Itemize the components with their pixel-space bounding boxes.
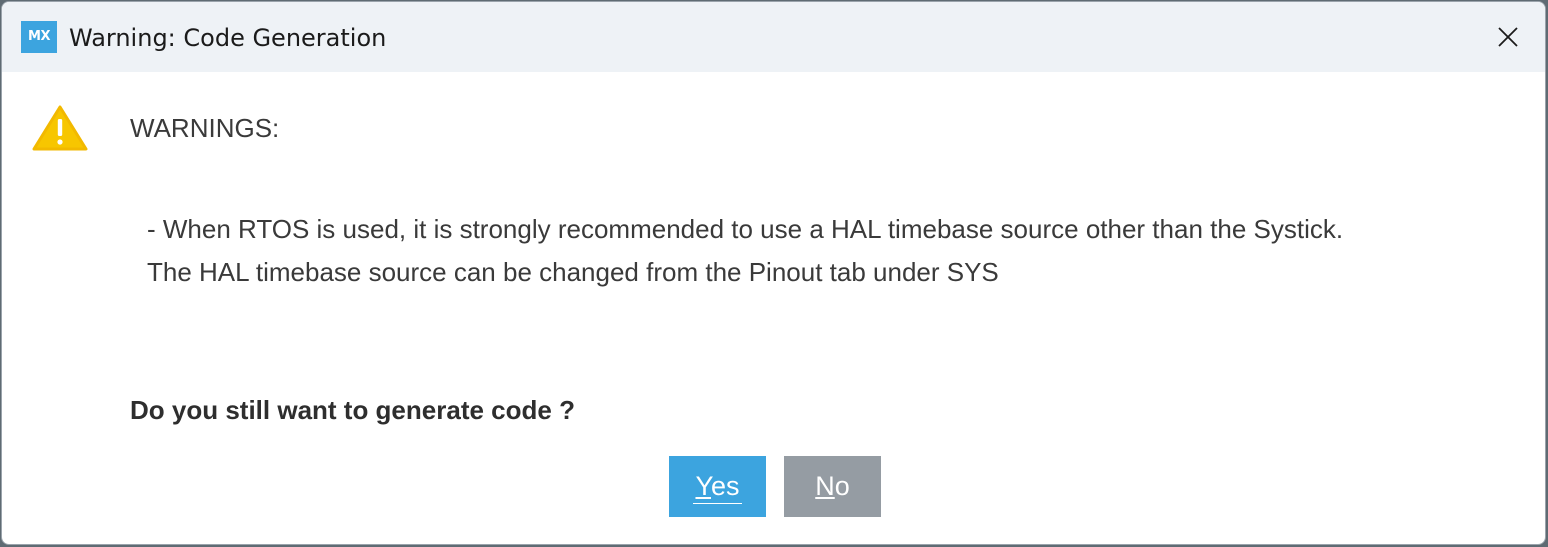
no-button[interactable]: No (784, 456, 881, 517)
window-title: Warning: Code Generation (69, 24, 387, 52)
no-mnemonic: N (815, 471, 835, 501)
confirmation-question: Do you still want to generate code ? (130, 395, 575, 425)
warning-message: - When RTOS is used, it is strongly reco… (147, 208, 1343, 294)
yes-label-rest: es (711, 471, 740, 501)
close-button[interactable] (1471, 2, 1545, 72)
yes-button[interactable]: Yes (669, 456, 766, 517)
no-label-rest: o (834, 471, 850, 501)
yes-mnemonic: Y (695, 471, 711, 501)
warnings-heading: WARNINGS: (130, 113, 280, 143)
message-line: The HAL timebase source can be changed f… (147, 257, 999, 287)
yes-button-label: Yes (693, 469, 742, 504)
warning-triangle-icon (32, 105, 88, 151)
warning-dialog: MX Warning: Code Generation WARNINGS: - … (1, 1, 1546, 545)
message-line: - When RTOS is used, it is strongly reco… (147, 214, 1344, 244)
close-icon (1498, 27, 1518, 47)
app-icon: MX (21, 21, 57, 53)
title-bar: MX Warning: Code Generation (2, 2, 1545, 72)
no-button-label: No (815, 471, 850, 501)
